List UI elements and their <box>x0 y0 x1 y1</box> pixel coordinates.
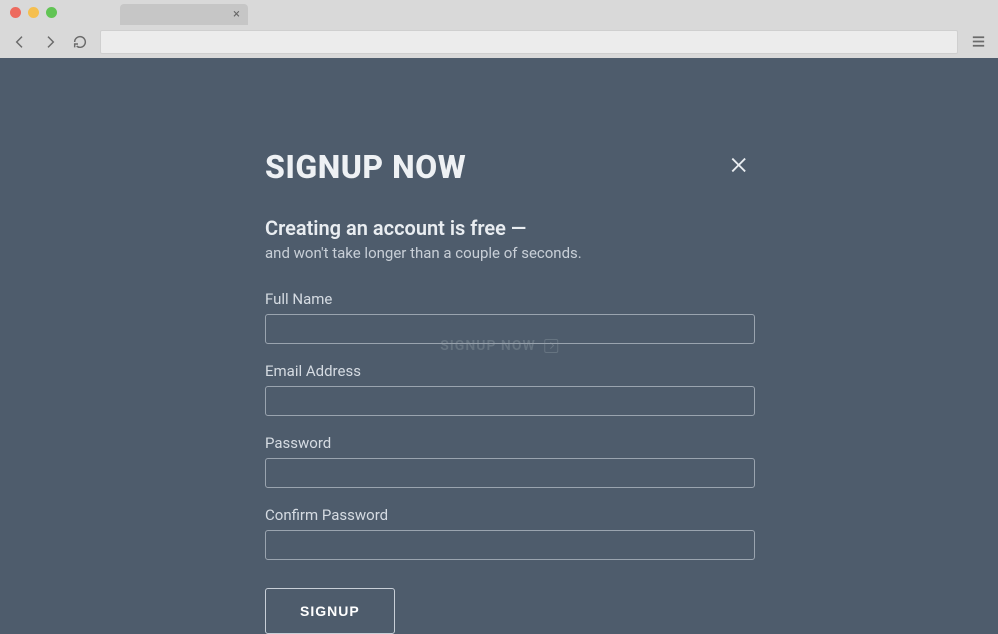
modal-close-button[interactable] <box>725 150 755 184</box>
fullname-label: Full Name <box>265 290 755 308</box>
forward-button[interactable] <box>40 32 60 52</box>
browser-tab[interactable]: × <box>120 4 248 25</box>
signup-modal: SIGNUP NOW Creating an account is free —… <box>265 148 755 634</box>
fullname-input[interactable] <box>265 314 755 344</box>
modal-subhead-desc: and won't take longer than a couple of s… <box>265 244 755 262</box>
field-password: Password <box>265 434 755 488</box>
signup-button[interactable]: SIGNUP <box>265 588 395 634</box>
close-icon <box>729 154 751 176</box>
window-close-button[interactable] <box>10 7 21 18</box>
browser-toolbar <box>0 25 998 58</box>
confirm-password-input[interactable] <box>265 530 755 560</box>
browser-menu-button[interactable] <box>968 32 988 52</box>
window-minimize-button[interactable] <box>28 7 39 18</box>
signup-form: Full Name Email Address Password Confirm… <box>265 290 755 634</box>
back-button[interactable] <box>10 32 30 52</box>
reload-button[interactable] <box>70 32 90 52</box>
url-bar[interactable] <box>100 30 958 54</box>
browser-titlebar: × <box>0 0 998 25</box>
confirm-password-label: Confirm Password <box>265 506 755 524</box>
modal-title: SIGNUP NOW <box>265 148 466 186</box>
browser-chrome: × <box>0 0 998 58</box>
email-label: Email Address <box>265 362 755 380</box>
email-input[interactable] <box>265 386 755 416</box>
tab-close-button[interactable]: × <box>233 8 240 21</box>
window-controls <box>10 7 57 18</box>
modal-subhead: Creating an account is free — and won't … <box>265 216 755 262</box>
field-email: Email Address <box>265 362 755 416</box>
field-fullname: Full Name <box>265 290 755 344</box>
password-input[interactable] <box>265 458 755 488</box>
window-maximize-button[interactable] <box>46 7 57 18</box>
page-content: SIGNUP NOW SIGNUP NOW Creating an accoun… <box>0 58 998 629</box>
password-label: Password <box>265 434 755 452</box>
modal-header: SIGNUP NOW <box>265 148 755 186</box>
modal-subhead-strong: Creating an account is free — <box>265 216 755 240</box>
field-confirm-password: Confirm Password <box>265 506 755 560</box>
